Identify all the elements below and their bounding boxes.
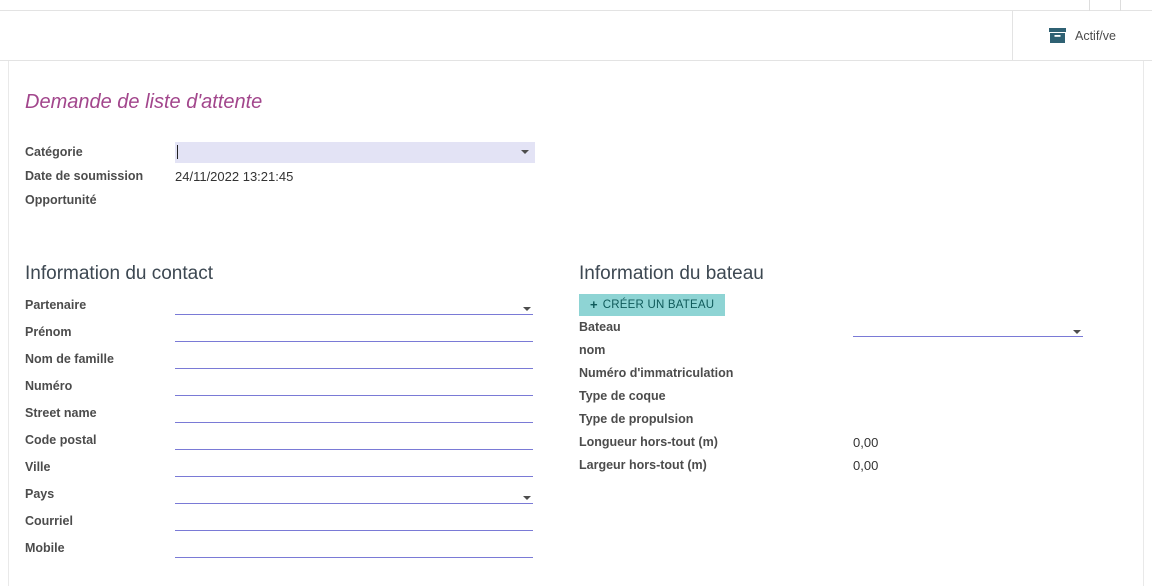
field-row-ville: Ville — [25, 450, 533, 477]
field-row-type-propulsion: Type de propulsion — [579, 406, 1127, 429]
bateau-group: Information du bateau + CRÉER UN BATEAU … — [579, 262, 1127, 558]
ville-label: Ville — [25, 460, 51, 474]
ville-input[interactable] — [175, 459, 533, 477]
form-statusbar: Actif/ve — [0, 11, 1152, 61]
nom-label: nom — [579, 343, 606, 357]
form-columns: Information du contact Partenaire Prénom… — [25, 262, 1127, 558]
mobile-input[interactable] — [175, 540, 533, 558]
immatriculation-label: Numéro d'immatriculation — [579, 366, 734, 380]
code-postal-label: Code postal — [25, 433, 97, 447]
field-row-type-coque: Type de coque — [579, 383, 1127, 406]
general-field-group: Catégorie Date de soumission 24/11/2022 … — [25, 140, 1127, 212]
field-row-nom: nom — [579, 337, 1127, 360]
partenaire-input[interactable] — [175, 297, 533, 315]
prenom-input[interactable] — [175, 324, 533, 342]
bateau-input[interactable] — [853, 321, 1083, 337]
date-soumission-label: Date de soumission — [25, 168, 144, 183]
bateau-label: Bateau — [579, 320, 621, 334]
street-name-input[interactable] — [175, 405, 533, 423]
field-row-prenom: Prénom — [25, 315, 533, 342]
chevron-down-icon — [523, 495, 531, 500]
numero-input[interactable] — [175, 378, 533, 396]
date-soumission-value: 24/11/2022 13:21:45 — [175, 168, 294, 184]
field-row-bateau: Bateau — [579, 316, 1127, 337]
categorie-input[interactable] — [175, 141, 535, 163]
code-postal-input[interactable] — [175, 432, 533, 450]
field-row-opportunite: Opportunité — [25, 188, 1127, 212]
pays-label: Pays — [25, 487, 55, 501]
field-row-longueur: Longueur hors-tout (m) 0,00 — [579, 429, 1127, 452]
field-row-date-soumission: Date de soumission 24/11/2022 13:21:45 — [25, 164, 1127, 188]
nom-de-famille-input[interactable] — [175, 351, 533, 369]
chevron-down-icon — [523, 306, 531, 311]
prenom-label: Prénom — [25, 325, 72, 339]
chevron-down-icon — [1073, 329, 1081, 334]
courriel-input[interactable] — [175, 513, 533, 531]
opportunite-label: Opportunité — [25, 192, 97, 207]
field-row-mobile: Mobile — [25, 531, 533, 558]
contact-group: Information du contact Partenaire Prénom… — [25, 262, 533, 558]
form-sheet: Demande de liste d'attente Catégorie Dat… — [8, 61, 1144, 586]
pays-input[interactable] — [175, 486, 533, 504]
field-row-courriel: Courriel — [25, 504, 533, 531]
text-cursor — [177, 145, 178, 159]
create-bateau-button-label: CRÉER UN BATEAU — [602, 299, 715, 311]
nom-de-famille-label: Nom de famille — [25, 352, 114, 366]
contact-heading: Information du contact — [25, 263, 213, 284]
type-propulsion-label: Type de propulsion — [579, 412, 694, 426]
street-name-label: Street name — [25, 406, 97, 420]
type-coque-label: Type de coque — [579, 389, 666, 403]
longueur-label: Longueur hors-tout (m) — [579, 435, 718, 449]
field-row-pays: Pays — [25, 477, 533, 504]
longueur-value: 0,00 — [853, 435, 879, 450]
largeur-value: 0,00 — [853, 458, 879, 473]
chevron-down-icon — [521, 150, 529, 154]
partenaire-label: Partenaire — [25, 298, 87, 312]
topbar-separator — [1089, 0, 1090, 11]
create-bateau-button[interactable]: + CRÉER UN BATEAU — [579, 294, 726, 316]
field-row-partenaire: Partenaire — [25, 288, 533, 315]
bateau-heading: Information du bateau — [579, 263, 764, 284]
field-row-code-postal: Code postal — [25, 423, 533, 450]
field-row-largeur: Largeur hors-tout (m) 0,00 — [579, 452, 1127, 475]
field-row-immatriculation: Numéro d'immatriculation — [579, 360, 1127, 383]
active-toggle-button[interactable]: Actif/ve — [1012, 11, 1152, 60]
categorie-label: Catégorie — [25, 144, 83, 159]
archive-box-icon — [1049, 28, 1066, 43]
field-row-numero: Numéro — [25, 369, 533, 396]
page-title: Demande de liste d'attente — [25, 91, 263, 113]
topbar-separator — [1120, 0, 1121, 11]
courriel-label: Courriel — [25, 514, 73, 528]
top-navbar — [0, 0, 1152, 11]
mobile-label: Mobile — [25, 541, 65, 555]
largeur-label: Largeur hors-tout (m) — [579, 458, 707, 472]
active-toggle-label: Actif/ve — [1075, 28, 1116, 43]
numero-label: Numéro — [25, 379, 73, 393]
field-row-nom-de-famille: Nom de famille — [25, 342, 533, 369]
field-row-categorie: Catégorie — [25, 140, 1127, 164]
plus-icon: + — [590, 297, 598, 312]
field-row-street-name: Street name — [25, 396, 533, 423]
